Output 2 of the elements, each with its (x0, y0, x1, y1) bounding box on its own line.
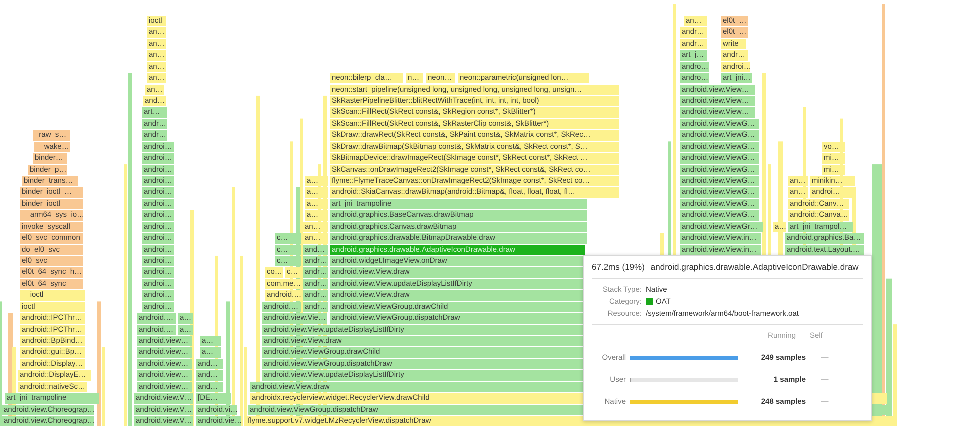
duration-text: 67.2ms (19%) (592, 262, 645, 272)
function-name: android.graphics.drawable.AdaptiveIconDrawable.draw (650, 262, 859, 272)
